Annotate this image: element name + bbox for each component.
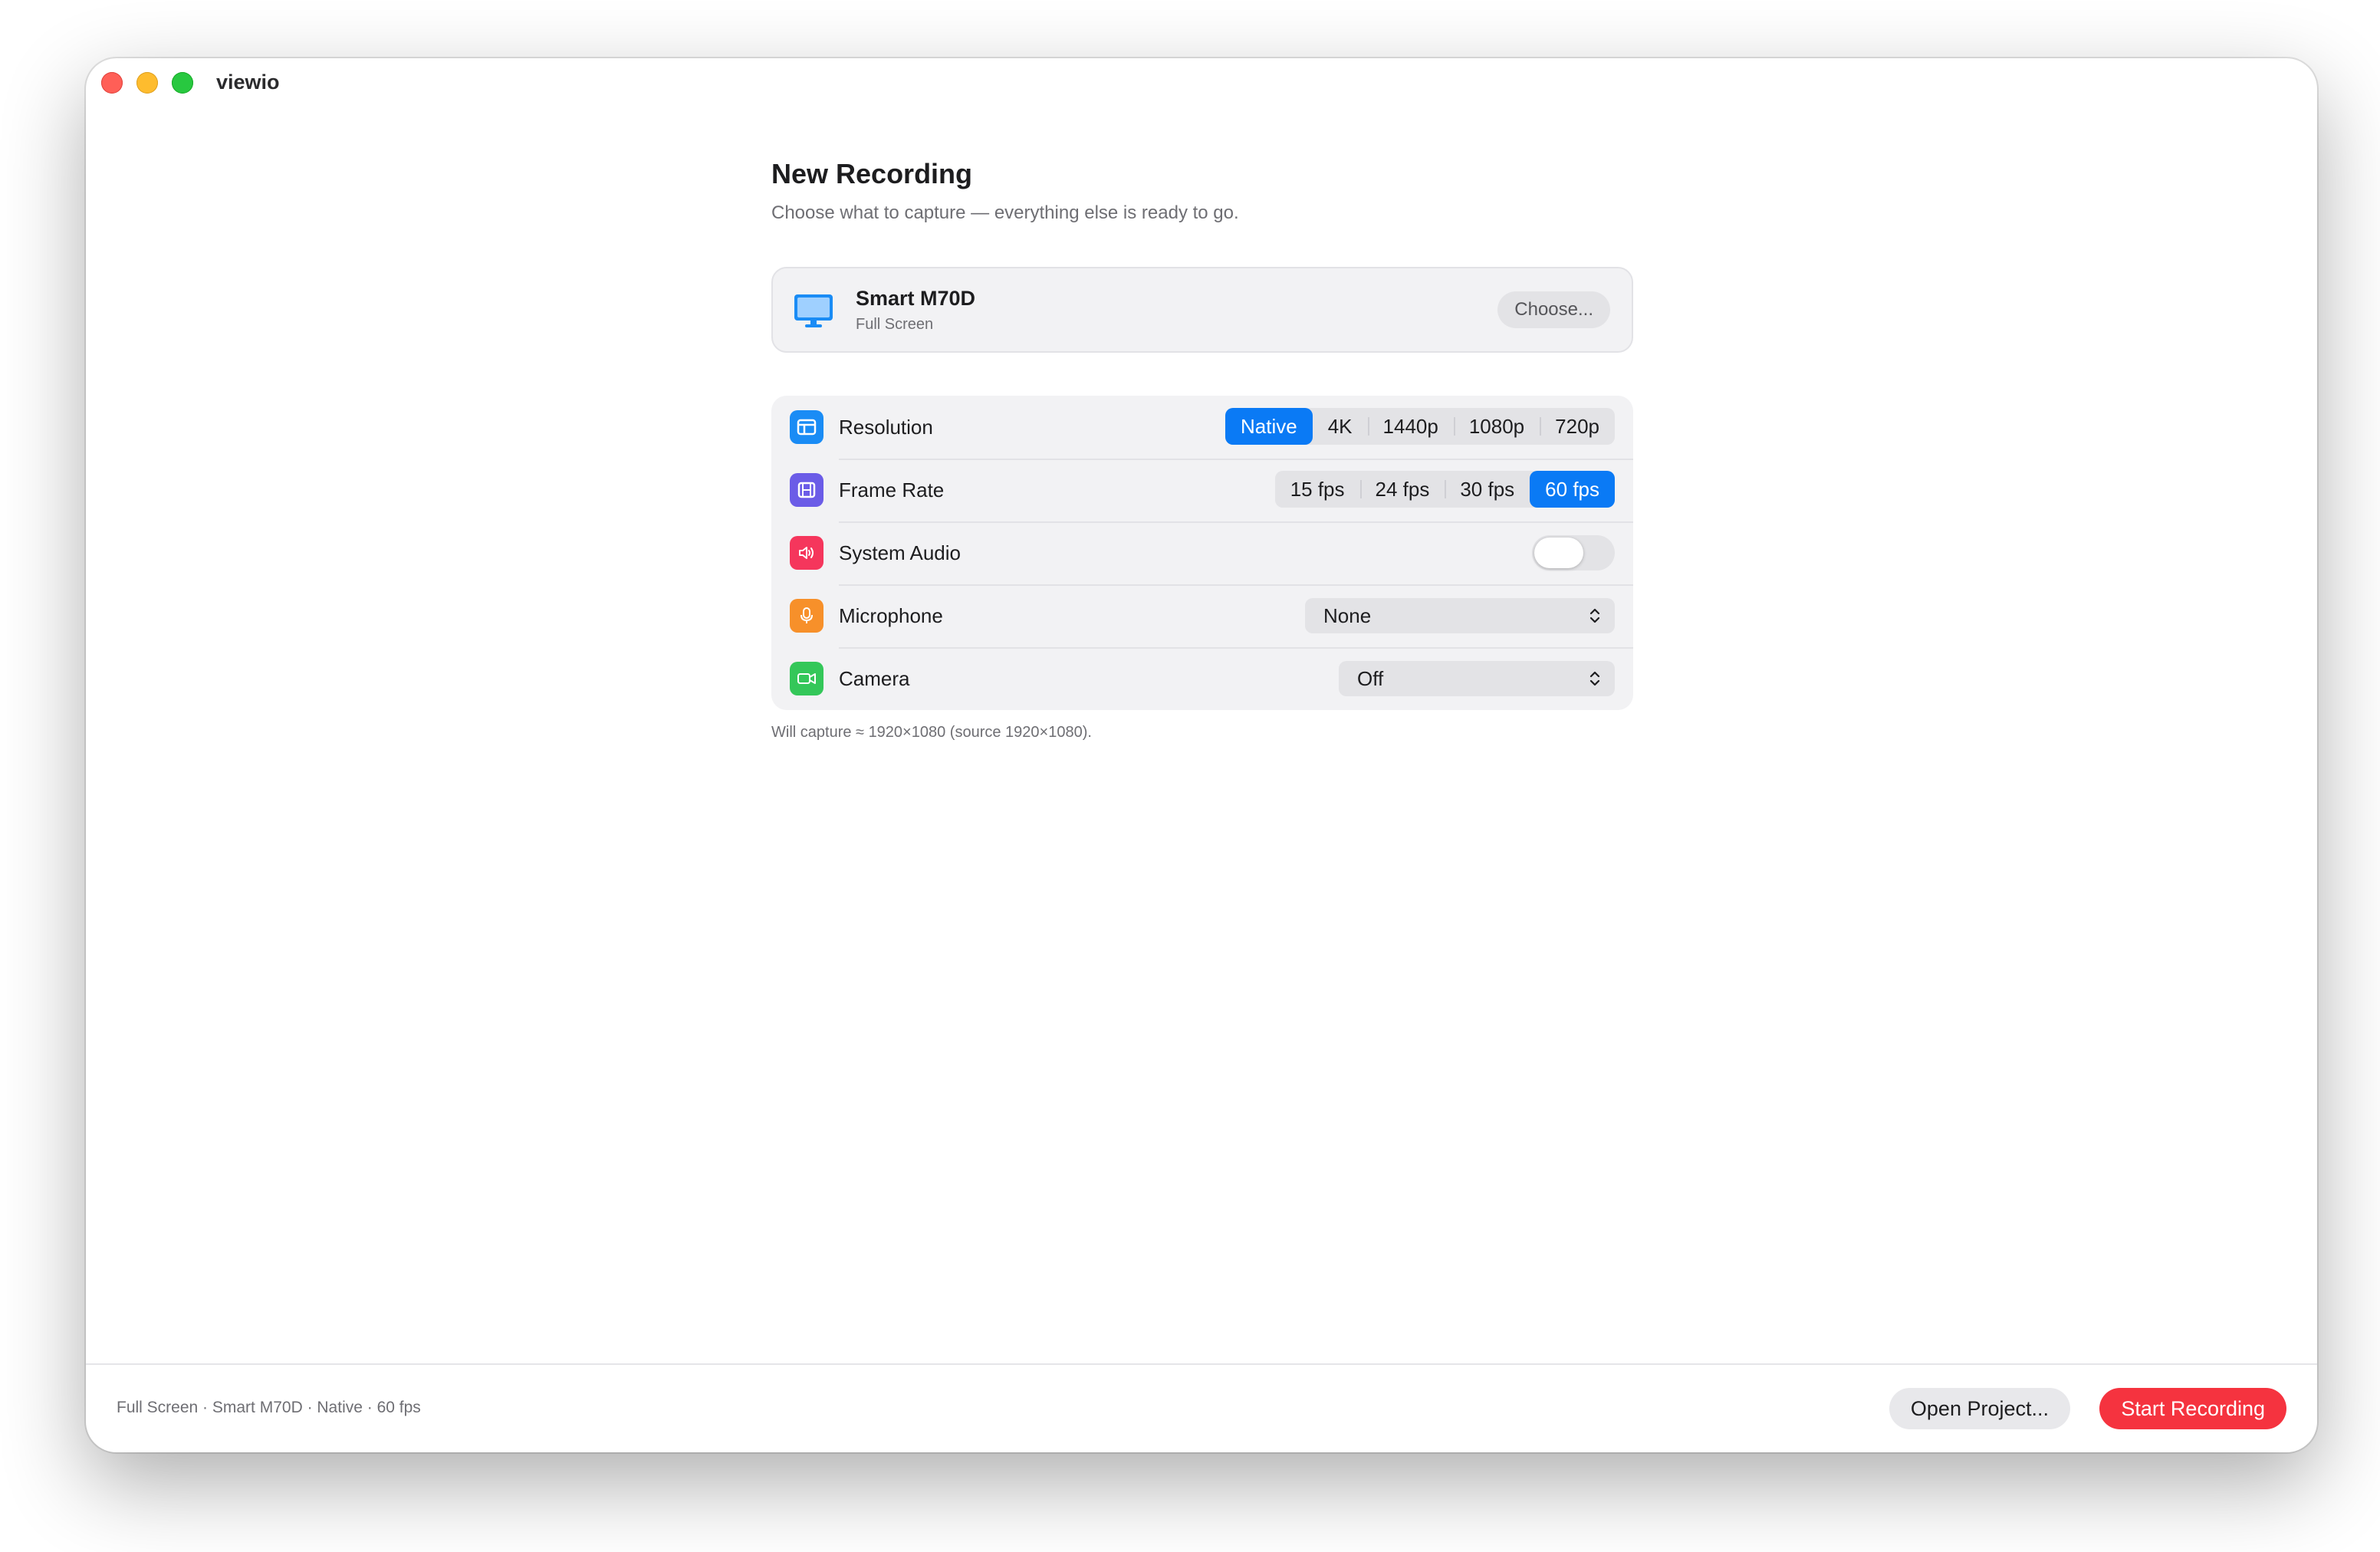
- zoom-window-button[interactable]: [172, 72, 193, 94]
- camera-row: Camera Off: [771, 647, 1633, 710]
- chevron-up-down-icon: [1589, 608, 1600, 623]
- resolution-option-native[interactable]: Native: [1225, 408, 1313, 445]
- microphone-select-value: None: [1323, 603, 1372, 627]
- window-title: viewio: [216, 71, 280, 94]
- resolution-icon: [790, 410, 823, 444]
- resolution-option-1440p[interactable]: 1440p: [1367, 408, 1454, 445]
- page-subtitle: Choose what to capture — everything else…: [771, 202, 1239, 223]
- toggle-knob: [1534, 538, 1583, 568]
- video-camera-icon: [790, 662, 823, 695]
- camera-select[interactable]: Off: [1339, 661, 1615, 696]
- resolution-option-4k[interactable]: 4K: [1313, 408, 1368, 445]
- frame-rate-label: Frame Rate: [839, 478, 945, 501]
- source-mode: Full Screen: [856, 316, 934, 333]
- system-audio-toggle[interactable]: [1532, 535, 1615, 570]
- resolution-row: Resolution Native 4K 1440p 1080p 720p: [771, 396, 1633, 459]
- close-window-button[interactable]: [101, 72, 123, 94]
- frame-rate-row: Frame Rate 15 fps 24 fps 30 fps 60 fps: [771, 459, 1633, 521]
- capture-source-card: Smart M70D Full Screen Choose...: [771, 267, 1633, 353]
- minimize-window-button[interactable]: [136, 72, 158, 94]
- frame-rate-option-30[interactable]: 30 fps: [1445, 471, 1530, 508]
- microphone-label: Microphone: [839, 603, 943, 627]
- microphone-icon: [790, 599, 823, 633]
- frame-rate-segmented-control: 15 fps 24 fps 30 fps 60 fps: [1274, 471, 1615, 508]
- film-icon: [790, 473, 823, 507]
- speaker-icon: [790, 536, 823, 570]
- recording-summary: Full Screen · Smart M70D · Native · 60 f…: [117, 1399, 421, 1416]
- resolution-option-1080p[interactable]: 1080p: [1453, 408, 1540, 445]
- page-title: New Recording: [771, 158, 973, 189]
- frame-rate-option-15[interactable]: 15 fps: [1275, 471, 1360, 508]
- display-icon: [794, 294, 833, 327]
- app-window: viewio New Recording Choose what to capt…: [86, 58, 2317, 1452]
- choose-source-button[interactable]: Choose...: [1497, 291, 1610, 328]
- resolution-option-720p[interactable]: 720p: [1540, 408, 1615, 445]
- capture-resolution-note: Will capture ≈ 1920×1080 (source 1920×10…: [771, 724, 1092, 741]
- source-name: Smart M70D: [856, 287, 976, 310]
- footer-bar: Full Screen · Smart M70D · Native · 60 f…: [86, 1363, 2317, 1452]
- new-recording-panel: New Recording Choose what to capture — e…: [771, 158, 1633, 741]
- camera-select-value: Off: [1357, 666, 1384, 690]
- chevron-up-down-icon: [1589, 671, 1600, 686]
- resolution-segmented-control: Native 4K 1440p 1080p 720p: [1225, 408, 1615, 445]
- microphone-row: Microphone None: [771, 584, 1633, 647]
- start-recording-button[interactable]: Start Recording: [2099, 1388, 2286, 1429]
- camera-label: Camera: [839, 666, 910, 690]
- system-audio-row: System Audio: [771, 521, 1633, 584]
- frame-rate-option-60[interactable]: 60 fps: [1530, 471, 1615, 508]
- open-project-button[interactable]: Open Project...: [1889, 1388, 2070, 1429]
- title-bar: viewio: [86, 58, 2317, 120]
- frame-rate-option-24[interactable]: 24 fps: [1359, 471, 1445, 508]
- microphone-select[interactable]: None: [1305, 598, 1615, 633]
- system-audio-label: System Audio: [839, 541, 961, 564]
- resolution-label: Resolution: [839, 415, 933, 439]
- recording-settings: Resolution Native 4K 1440p 1080p 720p Fr…: [771, 396, 1633, 710]
